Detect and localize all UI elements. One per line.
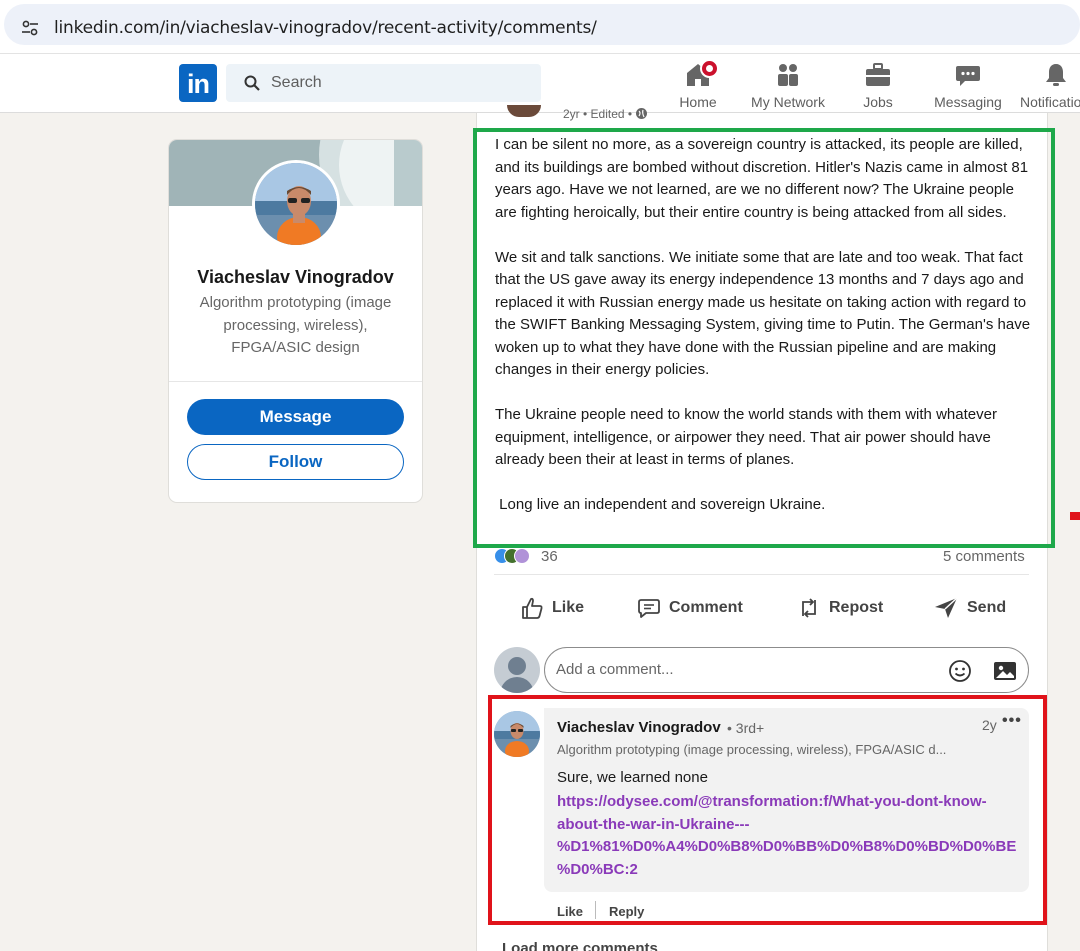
search-bar[interactable]: Search	[226, 64, 541, 102]
linkedin-logo[interactable]: in	[179, 64, 217, 102]
nav-messaging[interactable]: Messaging	[933, 58, 1003, 110]
divider	[169, 381, 422, 382]
profile-headline: Algorithm prototyping (image processing,…	[199, 294, 392, 356]
send-icon	[935, 597, 958, 618]
profile-card: Viacheslav Vinogradov Algorithm prototyp…	[168, 139, 423, 503]
post-meta-text: 2yr • Edited •	[563, 107, 636, 121]
tune-icon[interactable]	[20, 18, 40, 38]
url-field[interactable]: linkedin.com/in/viacheslav-vinogradov/re…	[4, 4, 1080, 45]
globe-icon	[636, 108, 648, 119]
highlight-comment-box	[488, 695, 1047, 925]
divider	[494, 574, 1029, 575]
nav-notifications[interactable]: Notificatio	[1018, 58, 1080, 110]
browser-address-bar: linkedin.com/in/viacheslav-vinogradov/re…	[0, 0, 1080, 54]
nav-notifications-label: Notificatio	[1020, 94, 1080, 110]
comments-count[interactable]: 5 comments	[943, 548, 1025, 565]
repost-button[interactable]: Repost	[797, 593, 883, 623]
follow-button[interactable]: Follow	[187, 444, 404, 480]
emoji-icon[interactable]	[948, 659, 972, 683]
profile-avatar[interactable]	[252, 160, 340, 248]
nav-home[interactable]: Home	[673, 58, 723, 110]
like-button[interactable]: Like	[520, 593, 584, 623]
comment-button[interactable]: Comment	[637, 593, 743, 623]
send-label: Send	[967, 599, 1007, 616]
reaction-count[interactable]: 36	[541, 548, 558, 565]
repost-icon	[802, 598, 816, 618]
nav-home-label: Home	[679, 94, 717, 110]
network-icon	[778, 64, 798, 86]
highlight-post-box	[473, 128, 1055, 548]
highlight-marker	[1070, 512, 1080, 520]
bell-icon	[1046, 64, 1066, 86]
current-user-avatar[interactable]	[494, 647, 540, 693]
url-text[interactable]: linkedin.com/in/viacheslav-vinogradov/re…	[54, 18, 597, 38]
comment-icon	[638, 599, 660, 618]
nav-jobs[interactable]: Jobs	[853, 58, 903, 110]
search-input[interactable]: Search	[271, 74, 322, 92]
comment-label: Comment	[669, 599, 743, 616]
post-author-avatar[interactable]	[507, 105, 541, 117]
nav-my-network[interactable]: My Network	[748, 58, 828, 110]
repost-label: Repost	[829, 599, 884, 616]
briefcase-icon	[866, 63, 890, 86]
nav-jobs-label: Jobs	[863, 94, 893, 110]
search-icon	[244, 75, 260, 91]
nav-my-network-label: My Network	[751, 94, 825, 110]
nav-messaging-label: Messaging	[934, 94, 1002, 110]
profile-name[interactable]: Viacheslav Vinogradov	[169, 267, 422, 288]
notification-badge-icon	[700, 59, 719, 78]
messaging-icon	[956, 66, 980, 86]
message-button[interactable]: Message	[187, 399, 404, 435]
comment-input-placeholder: Add a comment...	[556, 661, 674, 678]
thumbs-up-icon	[522, 597, 543, 619]
post-meta: 2yr • Edited •	[563, 107, 648, 121]
insightful-reaction-icon	[514, 548, 530, 564]
image-icon[interactable]	[993, 659, 1017, 683]
load-more-comments-button[interactable]: Load more comments	[502, 940, 658, 951]
send-button[interactable]: Send	[933, 593, 1006, 623]
like-label: Like	[552, 599, 585, 616]
comment-input[interactable]: Add a comment...	[544, 647, 1029, 693]
